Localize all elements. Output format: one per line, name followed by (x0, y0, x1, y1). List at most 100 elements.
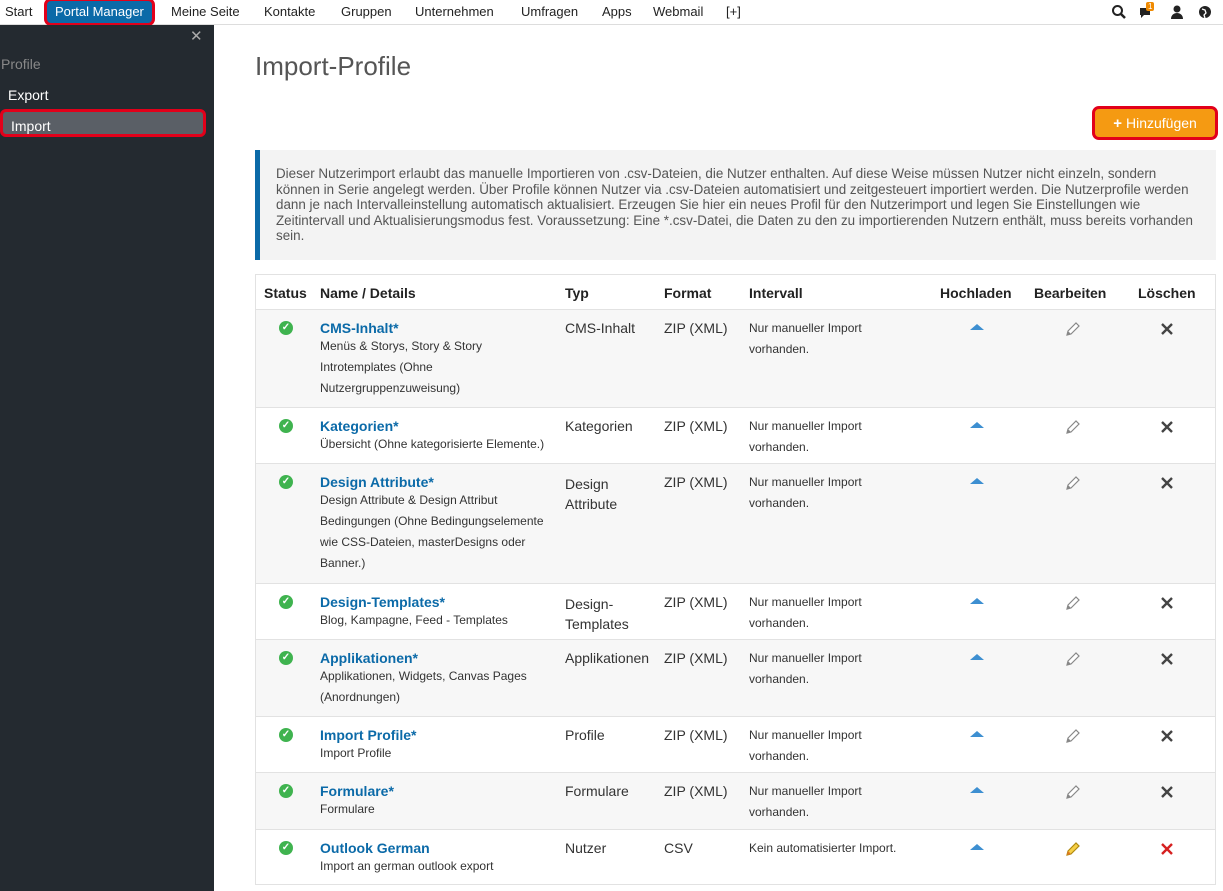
upload-icon[interactable] (970, 324, 984, 330)
check-circle-icon: ✓ (279, 651, 293, 665)
search-icon[interactable] (1111, 4, 1127, 20)
row-format: ZIP (XML) (664, 650, 728, 666)
row-details: Import Profile (320, 746, 392, 760)
row-typ: Profile (565, 727, 605, 743)
pencil-icon[interactable] (1064, 594, 1082, 612)
row-intervall: Nur manueller Import vorhanden. (749, 595, 862, 630)
info-box: Dieser Nutzerimport erlaubt das manuelle… (255, 150, 1216, 260)
pencil-icon[interactable] (1064, 840, 1082, 858)
row-typ: Design Attribute (565, 476, 618, 512)
upload-icon[interactable] (970, 731, 984, 737)
close-icon[interactable] (1159, 841, 1175, 857)
check-circle-icon: ✓ (279, 321, 293, 335)
table-row: ✓ Formulare* Formulare Formulare ZIP (XM… (256, 772, 1215, 830)
row-details: Design Attribute & Design Attribut Bedin… (320, 493, 544, 570)
header-loeschen: Löschen (1138, 285, 1196, 301)
page-title: Import-Profile (255, 51, 412, 81)
row-format: ZIP (XML) (664, 418, 728, 434)
header-bearbeiten: Bearbeiten (1034, 285, 1107, 301)
header-format: Format (664, 285, 712, 301)
close-icon[interactable] (1159, 419, 1175, 435)
row-typ: Formulare (565, 783, 629, 799)
check-circle-icon: ✓ (279, 595, 293, 609)
row-intervall: Nur manueller Import vorhanden. (749, 475, 862, 510)
chat-icon[interactable]: 1 (1138, 2, 1155, 20)
header-name: Name / Details (320, 285, 416, 301)
row-intervall: Kein automatisierter Import. (749, 841, 897, 855)
notification-badge: 1 (1146, 2, 1155, 11)
row-name-link[interactable]: CMS-Inhalt* (320, 320, 556, 336)
nav-meine-seite[interactable]: Meine Seite (171, 0, 240, 24)
table-row: ✓ Kategorien* Übersicht (Ohne kategorisi… (256, 407, 1215, 464)
nav-webmail[interactable]: Webmail (653, 0, 703, 24)
upload-icon[interactable] (970, 598, 984, 604)
row-details: Applikationen, Widgets, Canvas Pages (An… (320, 669, 527, 704)
pencil-icon[interactable] (1064, 418, 1082, 436)
sidebar-item-import[interactable]: Import (0, 109, 206, 137)
nav-kontakte[interactable]: Kontakte (264, 0, 315, 24)
upload-icon[interactable] (970, 422, 984, 428)
pencil-icon[interactable] (1064, 650, 1082, 668)
row-format: ZIP (XML) (664, 727, 728, 743)
nav-unternehmen[interactable]: Unternehmen (415, 0, 494, 24)
table-row: ✓ CMS-Inhalt* Menüs & Storys, Story & St… (256, 309, 1215, 408)
top-navigation: Start Portal Manager Meine Seite Kontakt… (0, 0, 1223, 26)
row-name-link[interactable]: Applikationen* (320, 650, 556, 666)
row-name-link[interactable]: Import Profile* (320, 727, 556, 743)
pencil-icon[interactable] (1064, 727, 1082, 745)
close-icon[interactable] (1159, 321, 1175, 337)
nav-gruppen[interactable]: Gruppen (341, 0, 392, 24)
upload-icon[interactable] (970, 654, 984, 660)
pencil-icon[interactable] (1064, 474, 1082, 492)
header-hochladen: Hochladen (940, 285, 1012, 301)
pencil-icon[interactable] (1064, 320, 1082, 338)
nav-umfragen[interactable]: Umfragen (521, 0, 578, 24)
add-button[interactable]: + Hinzufügen (1092, 106, 1218, 140)
row-format: ZIP (XML) (664, 783, 728, 799)
row-details: Blog, Kampagne, Feed - Templates (320, 613, 508, 627)
check-circle-icon: ✓ (279, 784, 293, 798)
table-row: ✓ Design-Templates* Blog, Kampagne, Feed… (256, 583, 1215, 640)
globe-icon[interactable] (1197, 4, 1213, 20)
upload-icon[interactable] (970, 844, 984, 850)
upload-icon[interactable] (970, 478, 984, 484)
row-intervall: Nur manueller Import vorhanden. (749, 419, 862, 454)
sidebar-item-export[interactable]: Export (8, 87, 48, 103)
row-name-link[interactable]: Outlook German (320, 840, 556, 856)
check-circle-icon: ✓ (279, 841, 293, 855)
row-name-link[interactable]: Formulare* (320, 783, 556, 799)
close-icon[interactable] (1159, 784, 1175, 800)
row-name-link[interactable]: Design Attribute* (320, 474, 556, 490)
upload-icon[interactable] (970, 787, 984, 793)
row-typ: Applikationen (565, 650, 650, 666)
close-icon[interactable] (1159, 728, 1175, 744)
header-typ: Typ (565, 285, 589, 301)
close-icon[interactable] (1159, 595, 1175, 611)
user-icon[interactable] (1169, 4, 1185, 20)
row-details: Übersicht (Ohne kategorisierte Elemente.… (320, 437, 545, 451)
add-button-label: Hinzufügen (1125, 115, 1197, 131)
pencil-icon[interactable] (1064, 783, 1082, 801)
check-circle-icon: ✓ (279, 728, 293, 742)
header-status: Status (264, 285, 307, 301)
sidebar-close-icon[interactable]: ✕ (190, 27, 203, 45)
close-icon[interactable] (1159, 651, 1175, 667)
check-circle-icon: ✓ (279, 475, 293, 489)
row-intervall: Nur manueller Import vorhanden. (749, 321, 862, 356)
row-format: ZIP (XML) (664, 474, 728, 490)
row-typ: CMS-Inhalt (565, 320, 636, 336)
row-intervall: Nur manueller Import vorhanden. (749, 784, 862, 819)
row-name-link[interactable]: Kategorien* (320, 418, 556, 434)
sidebar: ✕ Profile Export Import (0, 25, 214, 891)
header-intervall: Intervall (749, 285, 803, 301)
table-row: ✓ Applikationen* Applikationen, Widgets,… (256, 639, 1215, 717)
nav-portal-manager[interactable]: Portal Manager (44, 0, 155, 26)
nav-start[interactable]: Start (5, 0, 32, 24)
row-details: Formulare (320, 802, 375, 816)
row-format: ZIP (XML) (664, 320, 728, 336)
nav-more[interactable]: [+] (726, 0, 741, 24)
row-name-link[interactable]: Design-Templates* (320, 594, 556, 610)
close-icon[interactable] (1159, 475, 1175, 491)
row-details: Import an german outlook export (320, 859, 494, 873)
nav-apps[interactable]: Apps (602, 0, 632, 24)
